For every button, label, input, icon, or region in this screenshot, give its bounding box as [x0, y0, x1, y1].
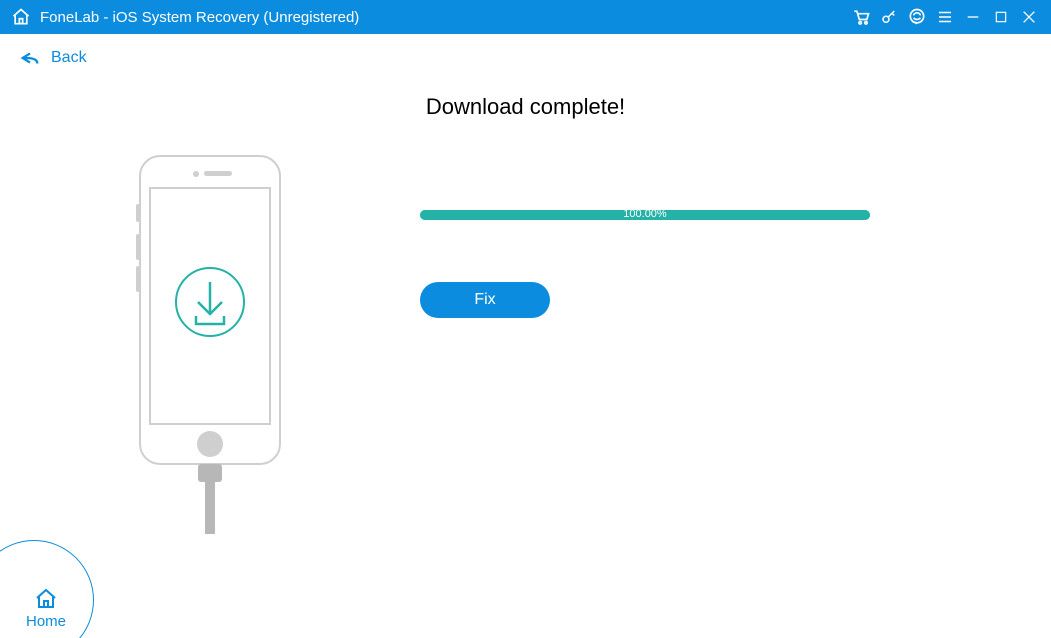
- menu-icon[interactable]: [932, 4, 958, 30]
- close-button[interactable]: [1016, 4, 1042, 30]
- cart-icon[interactable]: [848, 4, 874, 30]
- iphone-illustration: [120, 154, 300, 534]
- progress-percent-label: 100.00%: [420, 208, 870, 221]
- device-illustration: [0, 142, 420, 534]
- titlebar: FoneLab - iOS System Recovery (Unregiste…: [0, 0, 1051, 34]
- page-title: Download complete!: [0, 94, 1051, 120]
- nav-bar: Back: [0, 34, 1051, 82]
- home-icon: [33, 587, 59, 611]
- back-button[interactable]: Back: [8, 42, 106, 74]
- app-title: FoneLab - iOS System Recovery (Unregiste…: [40, 9, 359, 26]
- app-logo-house-icon: [10, 6, 32, 28]
- maximize-button[interactable]: [988, 4, 1014, 30]
- progress-bar: 100.00%: [420, 210, 870, 220]
- feedback-icon[interactable]: [904, 4, 930, 30]
- home-label: Home: [26, 613, 66, 630]
- minimize-button[interactable]: [960, 4, 986, 30]
- back-label: Back: [51, 49, 87, 67]
- key-icon[interactable]: [876, 4, 902, 30]
- fix-button[interactable]: Fix: [420, 282, 550, 318]
- main-content: Download complete!: [0, 82, 1051, 638]
- back-arrow-icon: [19, 50, 41, 66]
